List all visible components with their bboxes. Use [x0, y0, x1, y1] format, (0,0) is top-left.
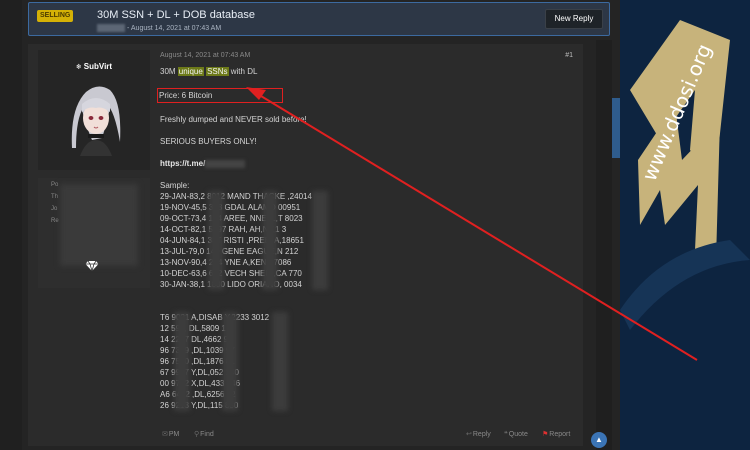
redaction	[262, 191, 278, 290]
post-content: 30M unique SSNs with DL Price: 6 Bitcoin…	[157, 66, 570, 411]
reply-icon: ↩	[466, 431, 472, 438]
flag-icon: ⚑	[542, 431, 549, 438]
serious-text: SERIOUS BUYERS ONLY!	[160, 137, 257, 146]
redacted-stats	[60, 184, 138, 266]
scroll-track[interactable]	[596, 40, 612, 450]
reply-button[interactable]: ↩Reply	[466, 430, 491, 438]
redacted-telegram	[205, 159, 246, 168]
left-gutter	[0, 0, 22, 450]
fresh-text: Freshly dumped and NEVER sold before!	[160, 115, 307, 124]
stat-label-threads: Th	[51, 194, 59, 200]
watermark-panel: www.ddosi.org	[620, 0, 750, 450]
postbit: ❄ SubVirt Po Th Jo Re	[38, 50, 150, 442]
search-icon: ⚲	[194, 431, 200, 438]
post-number[interactable]: #1	[565, 52, 573, 59]
pm-icon: ✉	[162, 431, 168, 438]
stat-label-posts: Po	[51, 182, 59, 188]
redaction	[208, 191, 224, 290]
sample-data: Sample: 29-JAN-83,2 8012 MAND THACKE ,24…	[160, 180, 570, 411]
redaction	[222, 312, 238, 411]
find-button[interactable]: ⚲Find	[194, 430, 214, 438]
report-button[interactable]: ⚑Report	[542, 430, 570, 438]
redaction	[312, 191, 328, 290]
highlight-ssns: SSNs	[206, 67, 229, 76]
redacted-author	[97, 24, 125, 32]
thread-header: SELLING 30M SSN + DL + DOB database - Au…	[28, 2, 610, 36]
post-date: August 14, 2021 at 07:43 AM	[160, 52, 251, 59]
scrollbar-thumb[interactable]	[612, 98, 620, 158]
scroll-to-top-button[interactable]: ▲	[591, 432, 607, 448]
telegram-link[interactable]: https://t.me/	[160, 159, 205, 168]
price-text: Price: 6 Bitcoin	[159, 91, 213, 100]
pm-button[interactable]: ✉PM	[162, 430, 179, 438]
chevron-up-icon: ▲	[595, 435, 603, 444]
selling-badge[interactable]: SELLING	[37, 10, 74, 22]
post-headline: 30M unique SSNs with DL	[160, 67, 258, 76]
new-reply-button[interactable]: New Reply	[545, 9, 603, 29]
redaction	[272, 312, 288, 411]
user-logo-icon: ❄	[75, 64, 82, 71]
postbit-header: ❄ SubVirt	[38, 50, 150, 170]
post-footer: ✉PM ⚲Find ↩Reply ❝Quote ⚑Report	[160, 430, 570, 442]
quote-button[interactable]: ❝Quote	[504, 430, 528, 438]
stat-label-joined: Jo	[51, 206, 58, 212]
username[interactable]: ❄ SubVirt	[38, 62, 150, 71]
post: ❄ SubVirt Po Th Jo Re August 14, 2021 at…	[28, 44, 583, 446]
thread-date: - August 14, 2021 at 07:43 AM	[127, 24, 222, 32]
thread-meta: - August 14, 2021 at 07:43 AM	[97, 24, 221, 32]
sample-label: Sample:	[160, 181, 190, 190]
thread-title: 30M SSN + DL + DOB database	[97, 9, 255, 21]
user-stats: Po Th Jo Re	[38, 178, 150, 288]
highlight-unique: unique	[177, 67, 204, 76]
avatar[interactable]	[66, 78, 124, 156]
redaction	[174, 312, 190, 411]
quote-icon: ❝	[504, 431, 508, 438]
diamond-icon	[85, 260, 99, 272]
price-annotation-box: Price: 6 Bitcoin	[157, 88, 284, 103]
stat-label-reputation: Re	[51, 218, 59, 224]
